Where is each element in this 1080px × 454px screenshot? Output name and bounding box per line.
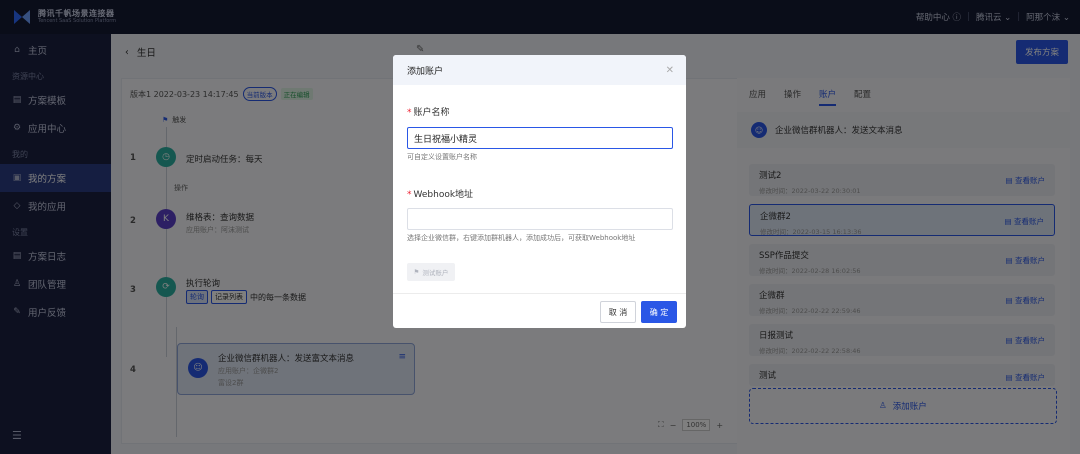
test-account-label: 测试账户 — [422, 269, 449, 277]
dialog-header: 添加账户 ✕ — [393, 55, 686, 85]
add-account-dialog: 添加账户 ✕ *账户名称 可自定义设置账户名称 *Webhook地址 选择企业微… — [393, 55, 686, 328]
required-mark: * — [407, 108, 412, 118]
account-name-label: * 账户名称 — [407, 105, 450, 118]
test-account-button[interactable]: ⚑ 测试账户 — [407, 263, 455, 281]
flag-icon: ⚑ — [413, 268, 420, 276]
webhook-hint: 选择企业微信群，右键添加群机器人，添加成功后，可获取Webhook地址 — [407, 234, 636, 242]
account-name-label-text: 账户名称 — [413, 108, 450, 118]
webhook-label-text: Webhook地址 — [413, 190, 474, 200]
dialog-title: 添加账户 — [407, 66, 444, 77]
webhook-input[interactable] — [407, 208, 673, 230]
dialog-footer: 取 消 确 定 — [393, 293, 686, 328]
account-name-hint: 可自定义设置账户名称 — [407, 153, 477, 161]
cancel-button[interactable]: 取 消 — [600, 301, 636, 323]
close-icon[interactable]: ✕ — [666, 65, 674, 76]
required-mark: * — [407, 190, 412, 200]
webhook-label: * Webhook地址 — [407, 187, 473, 200]
confirm-button[interactable]: 确 定 — [641, 301, 677, 323]
account-name-input[interactable] — [407, 127, 673, 149]
